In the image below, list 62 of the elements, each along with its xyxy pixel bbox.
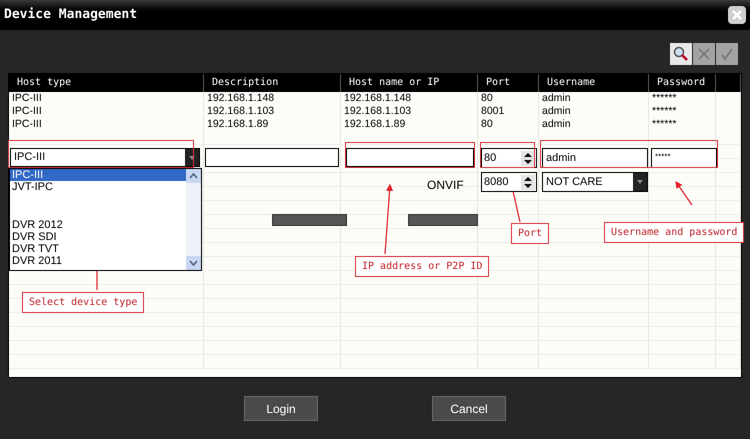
auth-dropdown[interactable]: NOT CARE <box>542 172 648 192</box>
spinner-icon[interactable] <box>524 176 532 188</box>
table-cell: admin <box>539 118 649 131</box>
dropdown-option[interactable]: DVR 2012 <box>10 219 186 231</box>
table-cell: 192.168.1.89 <box>204 118 341 131</box>
table-cell: IPC-III <box>9 118 204 131</box>
table-cell: admin <box>539 92 649 105</box>
table-cell: IPC-III <box>9 105 204 118</box>
dialog-button[interactable]: Login <box>244 396 318 421</box>
port-field[interactable]: 80 <box>481 148 537 168</box>
close-icon <box>697 47 711 61</box>
table-cell: 8001 <box>478 105 539 118</box>
scroll-down-icon[interactable] <box>186 256 201 270</box>
window-title: Device Management <box>4 6 138 24</box>
table-cell: 192.168.1.103 <box>204 105 341 118</box>
arrow <box>384 184 394 254</box>
table-cell: ****** <box>649 118 716 131</box>
annotation-label: Select device type <box>22 292 144 313</box>
onvif-label: ONVIF <box>427 177 464 194</box>
annotation-label: Port <box>511 223 550 244</box>
dropdown-option[interactable]: DVR SDI <box>10 231 186 243</box>
dropdown-option[interactable]: DVR TVT <box>10 243 186 255</box>
dropdown-option[interactable]: DVR 2011 <box>10 255 186 267</box>
caret-icon <box>189 156 195 160</box>
table-cell: 192.168.1.89 <box>341 118 478 131</box>
table-cell: 192.168.1.103 <box>341 105 478 118</box>
column-header: Port <box>478 74 539 92</box>
table-cell: admin <box>539 105 649 118</box>
host-type-dropdown[interactable]: IPC-III <box>10 148 200 167</box>
column-header: Description <box>204 74 341 92</box>
column-header: Username <box>539 74 649 92</box>
table-cell: ****** <box>649 92 716 105</box>
annotation-label: Username and password <box>604 222 744 243</box>
table-cell: 192.168.1.148 <box>204 92 341 105</box>
search-icon <box>673 46 689 62</box>
table-cell: 192.168.1.148 <box>341 92 478 105</box>
table-cell: 80 <box>478 92 539 105</box>
table-cell: IPC-III <box>9 92 204 105</box>
spinner-icon[interactable] <box>524 152 532 164</box>
highlight-frame <box>480 142 535 168</box>
column-header: Host name or IP <box>341 74 478 92</box>
column-header: Password <box>649 74 716 92</box>
description-field[interactable] <box>205 148 339 167</box>
dropdown-option[interactable]: IPC-III <box>10 169 186 181</box>
scroll-up-icon[interactable] <box>186 169 201 183</box>
arrow <box>675 181 692 206</box>
onvif-port-field[interactable]: 8080 <box>481 172 537 192</box>
dialog-button[interactable]: Cancel <box>432 396 506 421</box>
password-field[interactable]: ***** <box>651 148 717 168</box>
close-button[interactable] <box>728 6 746 24</box>
host-field[interactable] <box>346 148 474 167</box>
annotation-label: IP address or P2P ID <box>355 256 490 277</box>
table-cell: ****** <box>649 105 716 118</box>
scrollbar[interactable] <box>186 169 201 270</box>
caret-icon <box>637 180 643 184</box>
column-header: Host type <box>9 74 204 92</box>
search-button[interactable] <box>670 43 692 65</box>
table-cell: 80 <box>478 118 539 131</box>
username-field[interactable]: admin <box>542 148 648 168</box>
check-icon <box>720 47 734 61</box>
close-icon <box>731 9 743 21</box>
dropdown-option[interactable]: JVT-IPC <box>10 181 186 193</box>
